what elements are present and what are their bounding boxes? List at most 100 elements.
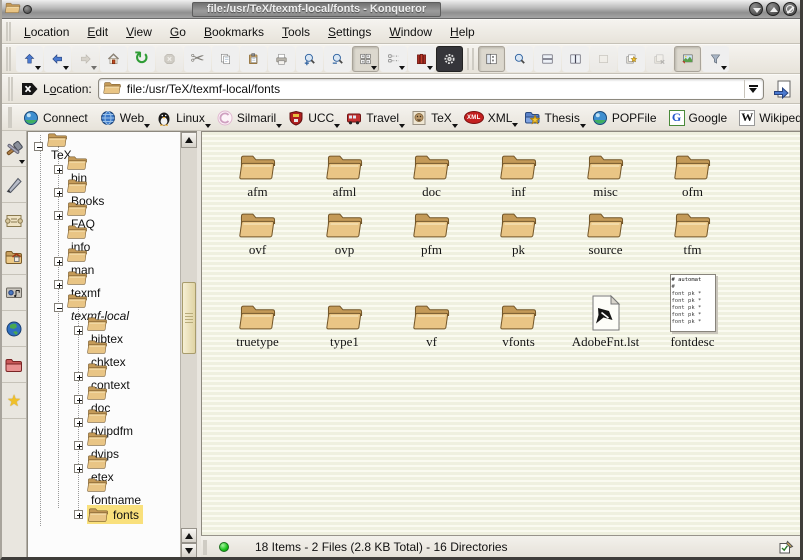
show-navigation-panel-button[interactable] <box>478 46 505 72</box>
bookmark-xml[interactable]: XMLXML <box>459 109 518 127</box>
clear-location-button[interactable] <box>17 77 41 101</box>
scrollbar-up-button-2[interactable] <box>181 528 197 543</box>
file-fontdesc[interactable]: # automat#font pk *font pk *font pk *fon… <box>649 274 736 350</box>
menu-bookmarks[interactable]: Bookmarks <box>195 22 273 42</box>
sidebar-bookmarks-button[interactable]: ★ <box>2 383 26 419</box>
find-file-button[interactable] <box>506 46 533 72</box>
expand-plus-icon[interactable] <box>74 464 83 473</box>
toolbar-grip[interactable] <box>6 47 11 71</box>
bookmark-silmaril[interactable]: Silmaril <box>212 108 281 128</box>
folder-type1[interactable]: type1 <box>301 301 388 350</box>
folder-doc[interactable]: doc <box>388 151 475 200</box>
tree-item-Books[interactable]: Books <box>28 181 180 204</box>
new-tab-button[interactable] <box>618 46 645 72</box>
cut-button[interactable]: ✂ <box>184 46 211 72</box>
menu-go[interactable]: Go <box>161 22 195 42</box>
tree-item-fontname[interactable]: fontname <box>28 480 180 503</box>
close-button[interactable] <box>783 2 797 16</box>
window-menu-icon[interactable] <box>5 1 21 17</box>
menu-edit[interactable]: Edit <box>78 22 117 42</box>
folder-ovp[interactable]: ovp <box>301 209 388 258</box>
bookmark-linux[interactable]: Linux <box>151 108 210 128</box>
icon-view-mode-button[interactable] <box>352 46 379 72</box>
scrollbar-thumb[interactable] <box>182 282 196 354</box>
folder-pfm[interactable]: pfm <box>388 209 475 258</box>
expand-plus-icon[interactable] <box>54 257 63 266</box>
expand-plus-icon[interactable] <box>54 165 63 174</box>
tree-item-FAQ[interactable]: FAQ <box>28 204 180 227</box>
folder-truetype[interactable]: truetype <box>214 301 301 350</box>
expand-plus-icon[interactable] <box>54 188 63 197</box>
tree-item-fonts[interactable]: fonts <box>28 503 180 526</box>
bookmark-popfile[interactable]: POPFile <box>587 108 662 128</box>
bookmark-tex[interactable]: TeX <box>406 108 457 128</box>
folder-misc[interactable]: misc <box>562 151 649 200</box>
menubar-grip[interactable] <box>6 22 11 41</box>
copy-button[interactable] <box>212 46 239 72</box>
folder-afml[interactable]: afml <box>301 151 388 200</box>
image-preview-button[interactable] <box>674 46 701 72</box>
folder-ovf[interactable]: ovf <box>214 209 301 258</box>
expand-plus-icon[interactable] <box>74 441 83 450</box>
tree-item-man[interactable]: man <box>28 250 180 273</box>
zoom-out-button[interactable] <box>324 46 351 72</box>
folder-vf[interactable]: vf <box>388 301 475 350</box>
statusbar-handle[interactable] <box>203 540 207 555</box>
minimize-button[interactable] <box>749 2 763 16</box>
bookmark-thesis[interactable]: Thesis <box>519 108 584 128</box>
menu-window[interactable]: Window <box>380 22 441 42</box>
sidebar-history-button[interactable] <box>2 203 26 239</box>
maximize-button[interactable] <box>766 2 780 16</box>
bookmark-google[interactable]: GGoogle <box>664 108 733 128</box>
statusbar-settings-icon[interactable] <box>779 540 794 555</box>
zoom-in-button[interactable] <box>296 46 323 72</box>
menu-tools[interactable]: Tools <box>273 22 319 42</box>
sidebar-annotate-button[interactable] <box>2 167 26 203</box>
detailed-list-view-mode-button[interactable] <box>408 46 435 72</box>
expand-plus-icon[interactable] <box>74 418 83 427</box>
scrollbar-up-button[interactable] <box>181 132 197 148</box>
bookmark-ucc[interactable]: UCC <box>283 108 339 128</box>
expand-plus-icon[interactable] <box>54 211 63 220</box>
reload-button[interactable]: ↻ <box>128 46 155 72</box>
expand-plus-icon[interactable] <box>54 280 63 289</box>
location-input[interactable]: file:/usr/TeX/texmf-local/fonts <box>98 78 764 100</box>
collapse-minus-icon[interactable] <box>34 142 43 151</box>
bookmark-connect[interactable]: Connect <box>18 108 93 128</box>
back-button[interactable] <box>44 46 71 72</box>
sidebar-home-directory-button[interactable] <box>2 239 26 275</box>
folder-source[interactable]: source <box>562 209 649 258</box>
tree-scrollbar[interactable] <box>180 132 197 558</box>
tree-item-TeX[interactable]: TeX <box>28 135 180 158</box>
expand-plus-icon[interactable] <box>74 395 83 404</box>
sidebar-services-button[interactable] <box>2 275 26 311</box>
sidebar-network-button[interactable] <box>2 311 26 347</box>
folder-ofm[interactable]: ofm <box>649 151 736 200</box>
folder-vfonts[interactable]: vfonts <box>475 301 562 350</box>
menu-help[interactable]: Help <box>441 22 484 42</box>
collapse-minus-icon[interactable] <box>54 303 63 312</box>
folder-afm[interactable]: afm <box>214 151 301 200</box>
print-button[interactable] <box>268 46 295 72</box>
location-dropdown-button[interactable] <box>744 80 761 98</box>
bookmark-wikipedia[interactable]: WWikipedia <box>734 108 803 128</box>
up-button[interactable] <box>16 46 43 72</box>
expand-plus-icon[interactable] <box>74 510 83 519</box>
menu-settings[interactable]: Settings <box>319 22 380 42</box>
bookmark-travel[interactable]: Travel <box>341 108 404 128</box>
sidebar-configure-button[interactable] <box>2 131 26 167</box>
multicolumn-view-mode-button[interactable] <box>380 46 407 72</box>
bookmark-web[interactable]: Web <box>95 108 149 128</box>
toolbar-grip[interactable] <box>8 77 13 101</box>
folder-inf[interactable]: inf <box>475 151 562 200</box>
split-view-left-right-button[interactable] <box>562 46 589 72</box>
expand-plus-icon[interactable] <box>74 372 83 381</box>
konqueror-gear-throbber-button[interactable] <box>436 46 463 72</box>
split-view-top-bottom-button[interactable] <box>534 46 561 72</box>
menu-view[interactable]: View <box>117 22 161 42</box>
folder-tfm[interactable]: tfm <box>649 209 736 258</box>
expand-plus-icon[interactable] <box>74 326 83 335</box>
tree-item-info[interactable]: info <box>28 227 180 250</box>
folder-pk[interactable]: pk <box>475 209 562 258</box>
paste-button[interactable] <box>240 46 267 72</box>
